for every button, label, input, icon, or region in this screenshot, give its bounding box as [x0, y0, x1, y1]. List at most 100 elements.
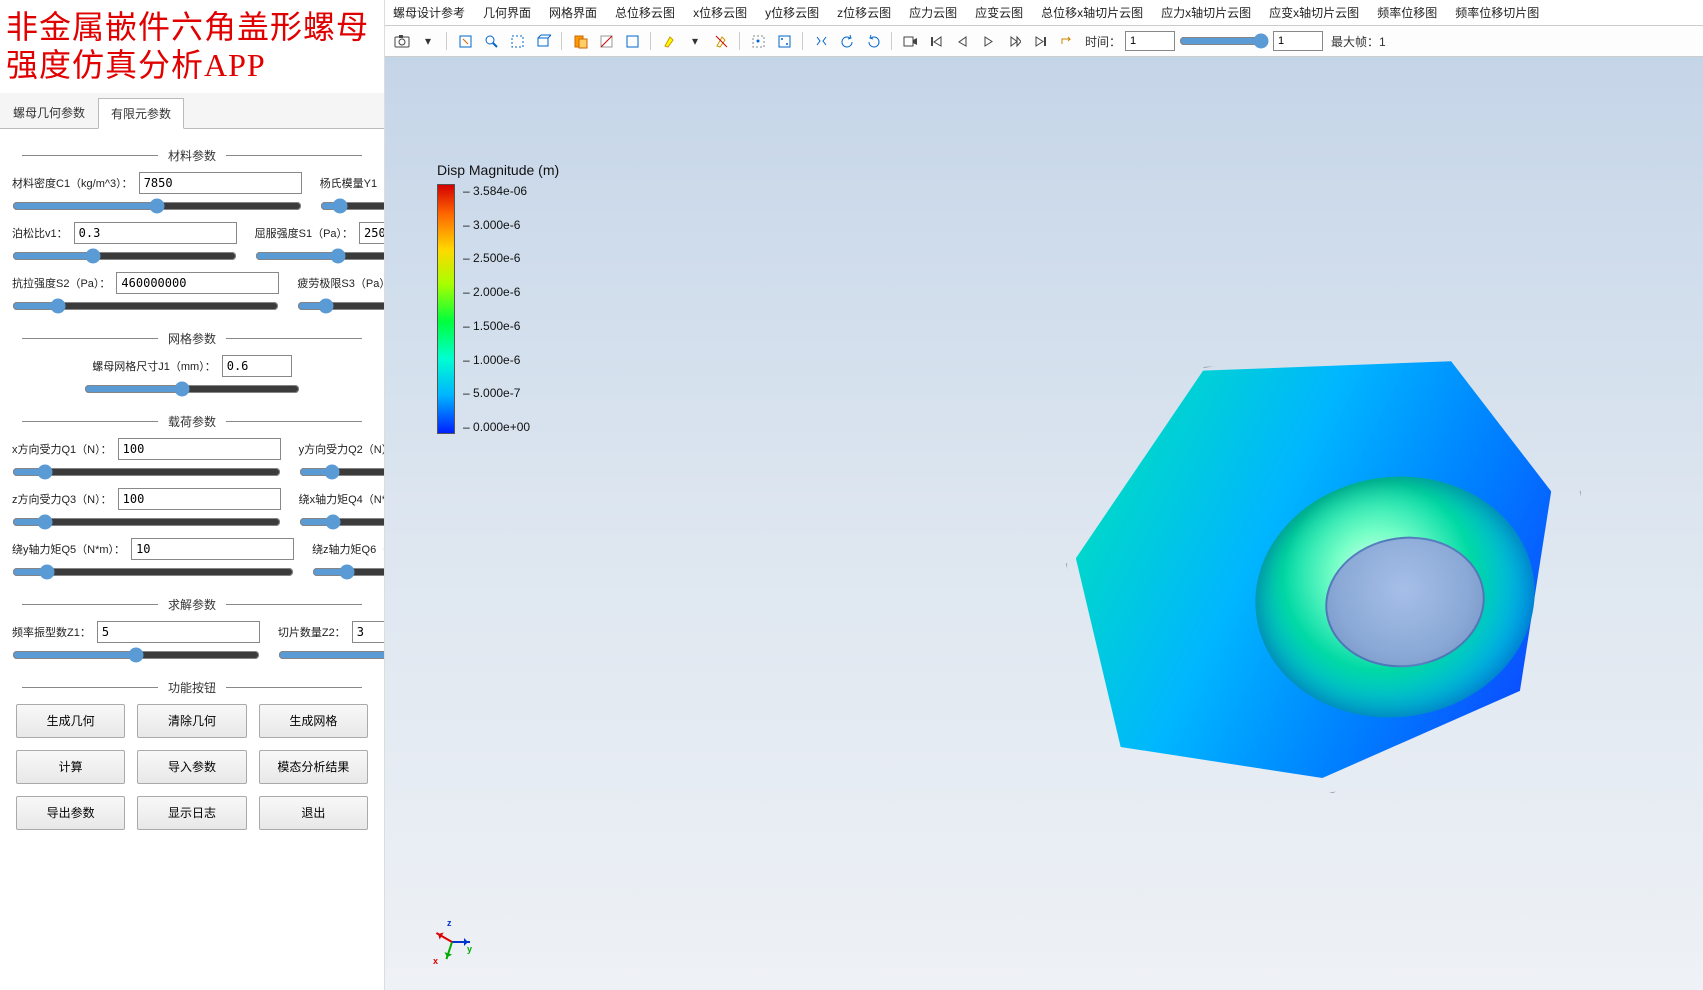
zoom-window-icon[interactable]: [506, 30, 528, 52]
tensile-label: 抗拉强度S2（Pa）：: [12, 275, 110, 291]
exit-button[interactable]: 退出: [259, 796, 368, 830]
box-icon[interactable]: [532, 30, 554, 52]
yield-slider[interactable]: [255, 248, 384, 264]
loop-icon[interactable]: [1055, 30, 1077, 52]
rotate-cw-icon[interactable]: [862, 30, 884, 52]
skip-first-icon[interactable]: [925, 30, 947, 52]
menu-design-ref[interactable]: 螺母设计参考: [393, 4, 465, 21]
select-points-icon[interactable]: [747, 30, 769, 52]
modes-label: 频率振型数Z1：: [12, 624, 91, 640]
modal-results-button[interactable]: 模态分析结果: [259, 750, 368, 784]
menu-stress-x-slice[interactable]: 应力x轴切片云图: [1161, 4, 1251, 21]
legend-tick: 0.000e+00: [463, 420, 530, 434]
density-slider[interactable]: [12, 198, 302, 214]
legend-tick: 2.000e-6: [463, 285, 530, 299]
menu-x-disp[interactable]: x位移云图: [693, 4, 747, 21]
dropdown2-icon[interactable]: ▾: [684, 30, 706, 52]
menu-stress[interactable]: 应力云图: [909, 4, 957, 21]
axis-y-label: y: [467, 944, 472, 954]
app-title: 非金属嵌件六角盖形螺母强度仿真分析APP: [0, 0, 384, 93]
slices-slider[interactable]: [278, 647, 384, 663]
tensile-input[interactable]: [116, 272, 279, 294]
legend-tick: 1.000e-6: [463, 353, 530, 367]
poisson-label: 泊松比v1：: [12, 225, 68, 241]
fz-label: z方向受力Q3（N）：: [12, 491, 112, 507]
highlight-icon[interactable]: [658, 30, 680, 52]
fy-label: y方向受力Q2（N）：: [299, 441, 384, 457]
meshsize-input[interactable]: [222, 355, 292, 377]
fx-input[interactable]: [118, 438, 281, 460]
yield-input[interactable]: [359, 222, 384, 244]
menu-freq-disp[interactable]: 频率位移图: [1377, 4, 1437, 21]
select-box-icon[interactable]: [773, 30, 795, 52]
camera-icon[interactable]: [391, 30, 413, 52]
time-slider[interactable]: [1179, 33, 1269, 49]
menu-strain[interactable]: 应变云图: [975, 4, 1023, 21]
menu-mesh-view[interactable]: 网格界面: [549, 4, 597, 21]
section-solve: 求解参数: [12, 596, 372, 613]
generate-mesh-button[interactable]: 生成网格: [259, 704, 368, 738]
fz-input[interactable]: [118, 488, 281, 510]
rotate-ccw-icon[interactable]: [836, 30, 858, 52]
my-input[interactable]: [131, 538, 294, 560]
poisson-input[interactable]: [74, 222, 237, 244]
mz-slider[interactable]: [312, 564, 384, 580]
zoom-extents-icon[interactable]: [454, 30, 476, 52]
my-label: 绕y轴力矩Q5（N*m）：: [12, 541, 125, 557]
modes-slider[interactable]: [12, 647, 260, 663]
meshsize-label: 螺母网格尺寸J1（mm）：: [92, 358, 215, 374]
modes-input[interactable]: [97, 621, 260, 643]
poisson-slider[interactable]: [12, 248, 237, 264]
generate-geometry-button[interactable]: 生成几何: [16, 704, 125, 738]
clip-icon[interactable]: [569, 30, 591, 52]
mx-slider[interactable]: [299, 514, 384, 530]
menu-geometry-view[interactable]: 几何界面: [483, 4, 531, 21]
fy-slider[interactable]: [299, 464, 384, 480]
legend-ticks: 3.584e-06 3.000e-6 2.500e-6 2.000e-6 1.5…: [463, 184, 530, 434]
mz-label: 绕z轴力矩Q6（N*m）：: [312, 541, 384, 557]
params-panel: 材料参数 材料密度C1（kg/m^3）： 杨氏模量Y1（Pa）： 泊松比v1： …: [0, 129, 384, 990]
step-fwd-icon[interactable]: [1003, 30, 1025, 52]
legend-tick: 5.000e-7: [463, 386, 530, 400]
legend-title: Disp Magnitude (m): [437, 162, 559, 178]
legend-tick: 2.500e-6: [463, 251, 530, 265]
skip-last-icon[interactable]: [1029, 30, 1051, 52]
menu-disp-x-slice[interactable]: 总位移x轴切片云图: [1041, 4, 1143, 21]
menu-y-disp[interactable]: y位移云图: [765, 4, 819, 21]
young-slider[interactable]: [320, 198, 384, 214]
viewport-3d[interactable]: Disp Magnitude (m) 3.584e-06 3.000e-6 2.…: [385, 57, 1703, 990]
time-spinner[interactable]: [1125, 31, 1175, 51]
record-icon[interactable]: [899, 30, 921, 52]
my-slider[interactable]: [12, 564, 294, 580]
slices-input[interactable]: [352, 621, 384, 643]
import-params-button[interactable]: 导入参数: [137, 750, 246, 784]
fz-slider[interactable]: [12, 514, 281, 530]
menu-total-disp[interactable]: 总位移云图: [615, 4, 675, 21]
clear-highlight-icon[interactable]: [710, 30, 732, 52]
tab-fem-params[interactable]: 有限元参数: [98, 98, 184, 129]
dropdown-icon[interactable]: ▾: [417, 30, 439, 52]
legend-tick: 3.000e-6: [463, 218, 530, 232]
reset-view-icon[interactable]: [810, 30, 832, 52]
fx-slider[interactable]: [12, 464, 281, 480]
fatigue-slider[interactable]: [297, 298, 384, 314]
tensile-slider[interactable]: [12, 298, 279, 314]
menu-z-disp[interactable]: z位移云图: [837, 4, 891, 21]
density-input[interactable]: [139, 172, 302, 194]
menu-freq-disp-slice[interactable]: 频率位移切片图: [1455, 4, 1539, 21]
play-icon[interactable]: [977, 30, 999, 52]
zoom-icon[interactable]: [480, 30, 502, 52]
menu-strain-x-slice[interactable]: 应变x轴切片云图: [1269, 4, 1359, 21]
time-label: 时间：: [1085, 33, 1121, 50]
frame-spinner[interactable]: [1273, 31, 1323, 51]
hide-icon[interactable]: [595, 30, 617, 52]
show-log-button[interactable]: 显示日志: [137, 796, 246, 830]
clear-geometry-button[interactable]: 清除几何: [137, 704, 246, 738]
meshsize-slider[interactable]: [84, 381, 300, 397]
compute-button[interactable]: 计算: [16, 750, 125, 784]
step-back-icon[interactable]: [951, 30, 973, 52]
legend-tick: 1.500e-6: [463, 319, 530, 333]
export-params-button[interactable]: 导出参数: [16, 796, 125, 830]
tab-geometry-params[interactable]: 螺母几何参数: [0, 97, 98, 128]
show-icon[interactable]: [621, 30, 643, 52]
